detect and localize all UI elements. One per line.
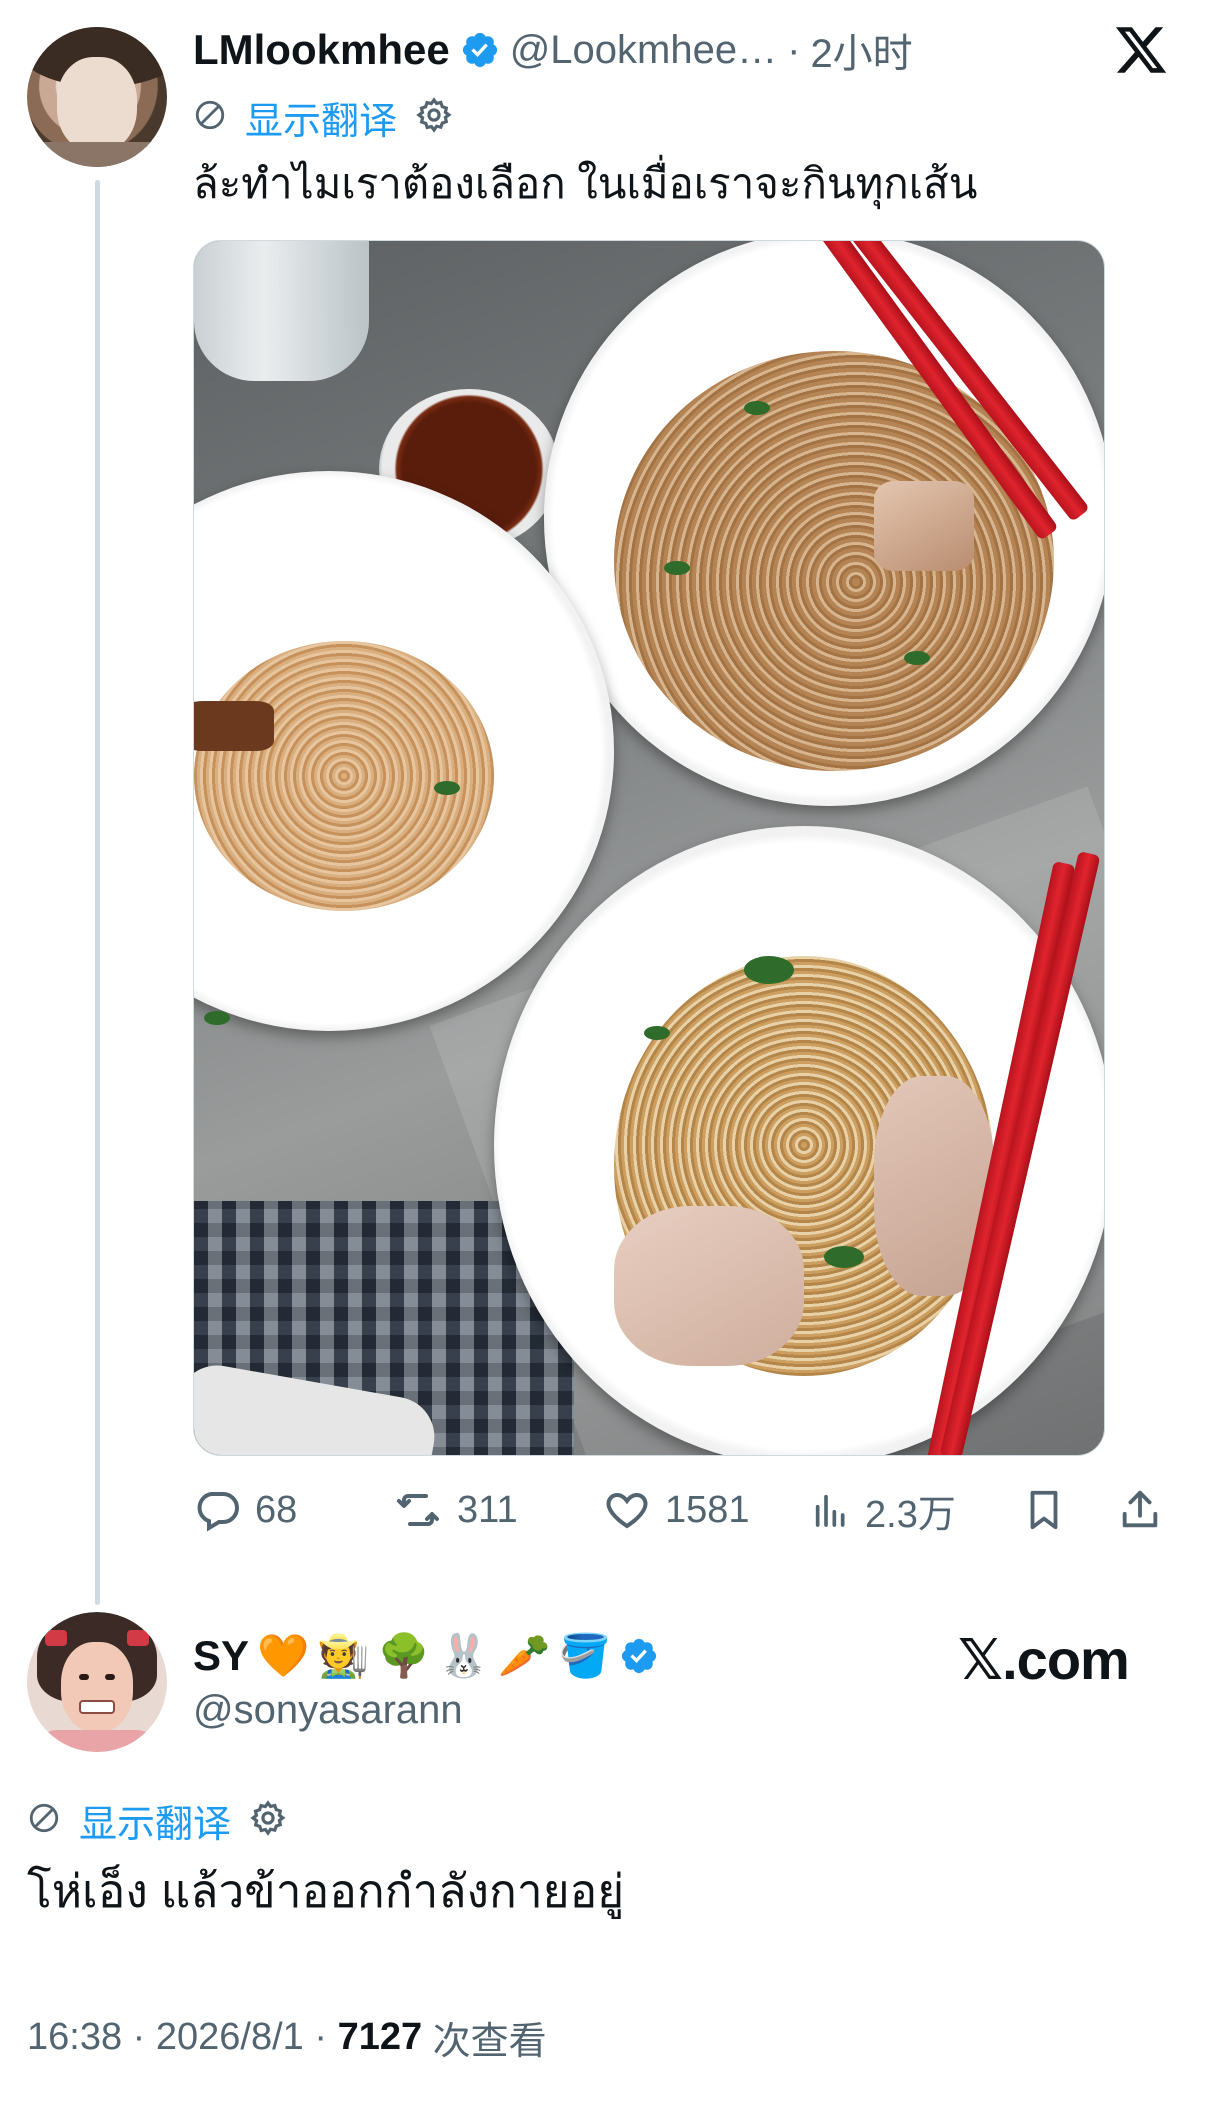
- reply-author-avatar[interactable]: [27, 1612, 167, 1752]
- like-count: 1581: [665, 1488, 750, 1531]
- name-emoji: 🐰: [437, 1632, 491, 1679]
- heart-icon: [603, 1486, 651, 1534]
- bookmark-icon: [1021, 1486, 1067, 1534]
- bookmark-button[interactable]: [1021, 1486, 1067, 1534]
- meta-separator: ·: [122, 2016, 156, 2058]
- name-emoji: 🧑‍🌾: [317, 1632, 370, 1679]
- name-emoji: 🌳: [377, 1632, 430, 1679]
- tweet-timestamp[interactable]: 2小时: [810, 21, 912, 79]
- author-avatar[interactable]: [27, 27, 167, 167]
- retweet-button[interactable]: 311: [393, 1486, 518, 1534]
- reply-text: โห่เอ็ง แล้วข้าออกกำลังกายอยู่: [27, 1865, 625, 1917]
- x-com-watermark-text: 𝕏.com: [958, 1628, 1130, 1691]
- reply-time[interactable]: 16:38: [27, 2016, 122, 2059]
- reply-header: SY 🧡 🧑‍🌾 🌳 🐰 🥕 🪣: [193, 1625, 659, 1687]
- name-emoji: 🥕: [498, 1632, 551, 1679]
- reply-count: 68: [255, 1488, 298, 1531]
- verified-badge-icon: [460, 30, 500, 70]
- reply-bubble-icon: [193, 1486, 241, 1534]
- gear-icon[interactable]: [249, 1799, 287, 1842]
- header-separator: ·: [787, 27, 801, 72]
- retweet-icon: [393, 1486, 443, 1534]
- tweet-action-bar: 68 311 1581 2.3万: [193, 1478, 1173, 1542]
- x-com-watermark: 𝕏.com: [958, 1628, 1130, 1692]
- tweet-header: LMlookmhee @Lookmhee… · 2小时: [193, 22, 913, 78]
- reply-translate-row: 显示翻译: [27, 1793, 287, 1848]
- translate-globe-icon: [193, 98, 227, 137]
- tweet-photo[interactable]: [193, 240, 1105, 1456]
- reply-button[interactable]: 68: [193, 1486, 297, 1534]
- share-icon: [1117, 1486, 1163, 1534]
- tweet-text: ล้ะทำไมเราต้องเลือก ในเมื่อเราจะกินทุกเส…: [193, 160, 978, 207]
- reply-view-label: 次查看: [422, 2021, 547, 2063]
- retweet-count: 311: [457, 1488, 518, 1531]
- views-count: 2.3万: [865, 1493, 956, 1536]
- translate-button[interactable]: 显示翻译: [79, 1793, 231, 1848]
- reply-view-count: 7127: [337, 2016, 423, 2058]
- meta-separator: ·: [303, 2016, 338, 2058]
- gear-icon[interactable]: [415, 96, 453, 139]
- author-handle[interactable]: @Lookmhee…: [510, 28, 777, 73]
- verified-badge-icon: [619, 1636, 659, 1676]
- author-name[interactable]: LMlookmhee: [193, 26, 450, 74]
- translate-button[interactable]: 显示翻译: [245, 90, 397, 145]
- translate-globe-icon: [27, 1801, 61, 1840]
- name-emoji: 🧡: [257, 1632, 310, 1679]
- reply-date[interactable]: 2026/8/1: [156, 2016, 304, 2059]
- reply-author-name[interactable]: SY: [193, 1632, 249, 1680]
- translate-row: 显示翻译: [193, 90, 453, 145]
- reply-author-handle[interactable]: @sonyasarann: [193, 1688, 463, 1733]
- share-button[interactable]: [1117, 1486, 1163, 1534]
- x-logo-icon[interactable]: [1112, 22, 1170, 78]
- reply-meta: 16:38 · 2026/8/1 · 7127 次查看: [27, 2010, 547, 2065]
- views-button[interactable]: 2.3万: [811, 1483, 956, 1538]
- thread-connector-line: [95, 180, 100, 1605]
- like-button[interactable]: 1581: [603, 1486, 750, 1534]
- name-emoji: 🪣: [558, 1632, 611, 1679]
- views-bar-icon: [811, 1488, 851, 1532]
